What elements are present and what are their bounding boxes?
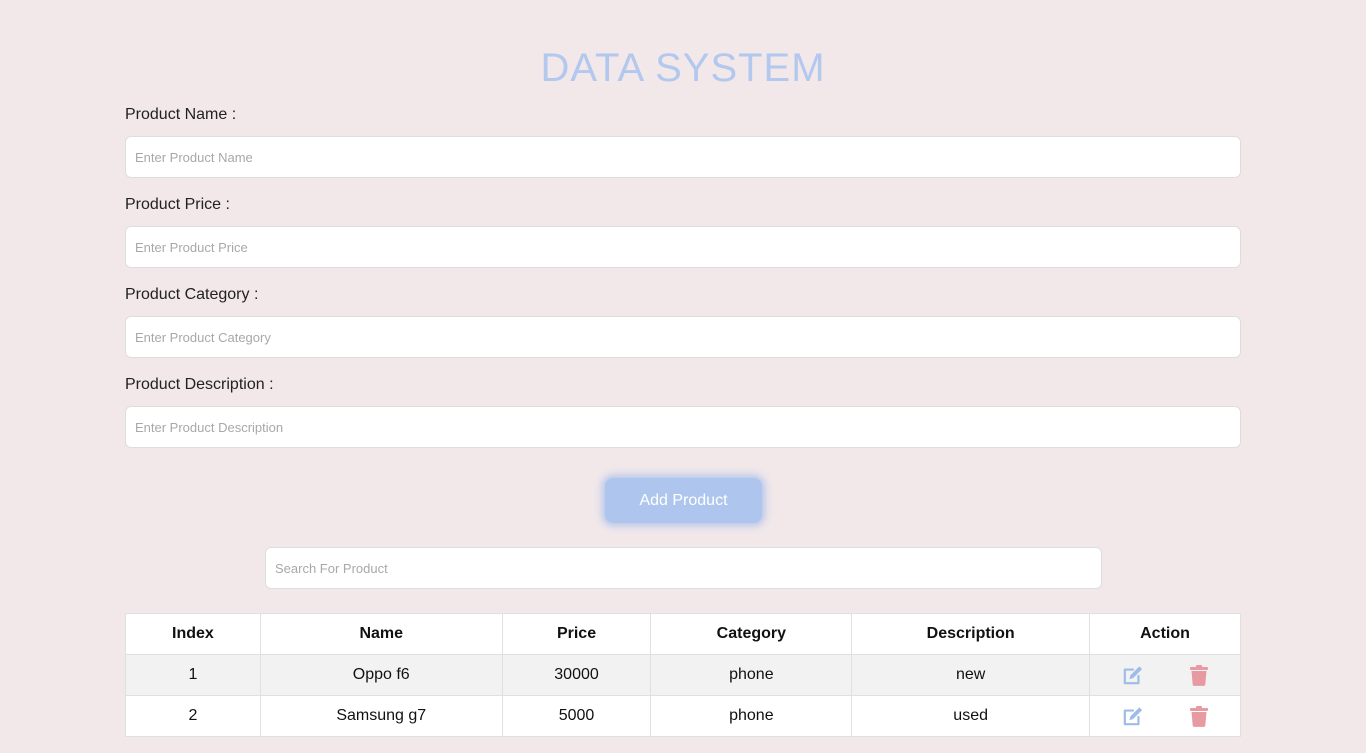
- products-table: Index Name Price Category Description Ac…: [125, 613, 1241, 737]
- cell-name: Samsung g7: [259, 695, 503, 737]
- cell-index: 2: [125, 695, 261, 737]
- header-description: Description: [851, 613, 1091, 655]
- product-description-label: Product Description :: [125, 376, 274, 393]
- cell-index: 1: [125, 654, 261, 696]
- cell-category: phone: [650, 654, 853, 696]
- table-row: 2 Samsung g7 5000 phone used: [125, 695, 1241, 737]
- product-name-input[interactable]: [125, 136, 1241, 178]
- product-name-label: Product Name :: [125, 106, 237, 123]
- trash-icon[interactable]: [1190, 664, 1209, 686]
- header-category: Category: [650, 613, 853, 655]
- cell-description: new: [851, 654, 1091, 696]
- cell-action: [1089, 654, 1241, 696]
- header-name: Name: [259, 613, 503, 655]
- header-index: Index: [125, 613, 261, 655]
- product-category-label: Product Category :: [125, 286, 259, 303]
- trash-icon[interactable]: [1190, 705, 1209, 727]
- edit-icon[interactable]: [1122, 706, 1144, 726]
- product-price-input[interactable]: [125, 226, 1241, 268]
- cell-category: phone: [650, 695, 853, 737]
- cell-description: used: [851, 695, 1091, 737]
- cell-name: Oppo f6: [259, 654, 503, 696]
- edit-icon[interactable]: [1122, 665, 1144, 685]
- cell-action: [1089, 695, 1241, 737]
- product-category-input[interactable]: [125, 316, 1241, 358]
- add-product-button[interactable]: Add Product: [605, 478, 762, 523]
- header-action: Action: [1089, 613, 1241, 655]
- product-description-input[interactable]: [125, 406, 1241, 448]
- page-title: DATA SYSTEM: [540, 46, 826, 90]
- cell-price: 5000: [501, 695, 652, 737]
- cell-price: 30000: [501, 654, 652, 696]
- table-header-row: Index Name Price Category Description Ac…: [125, 613, 1241, 655]
- search-input[interactable]: [265, 547, 1102, 589]
- product-price-label: Product Price :: [125, 196, 230, 213]
- header-price: Price: [501, 613, 652, 655]
- table-row: 1 Oppo f6 30000 phone new: [125, 654, 1241, 696]
